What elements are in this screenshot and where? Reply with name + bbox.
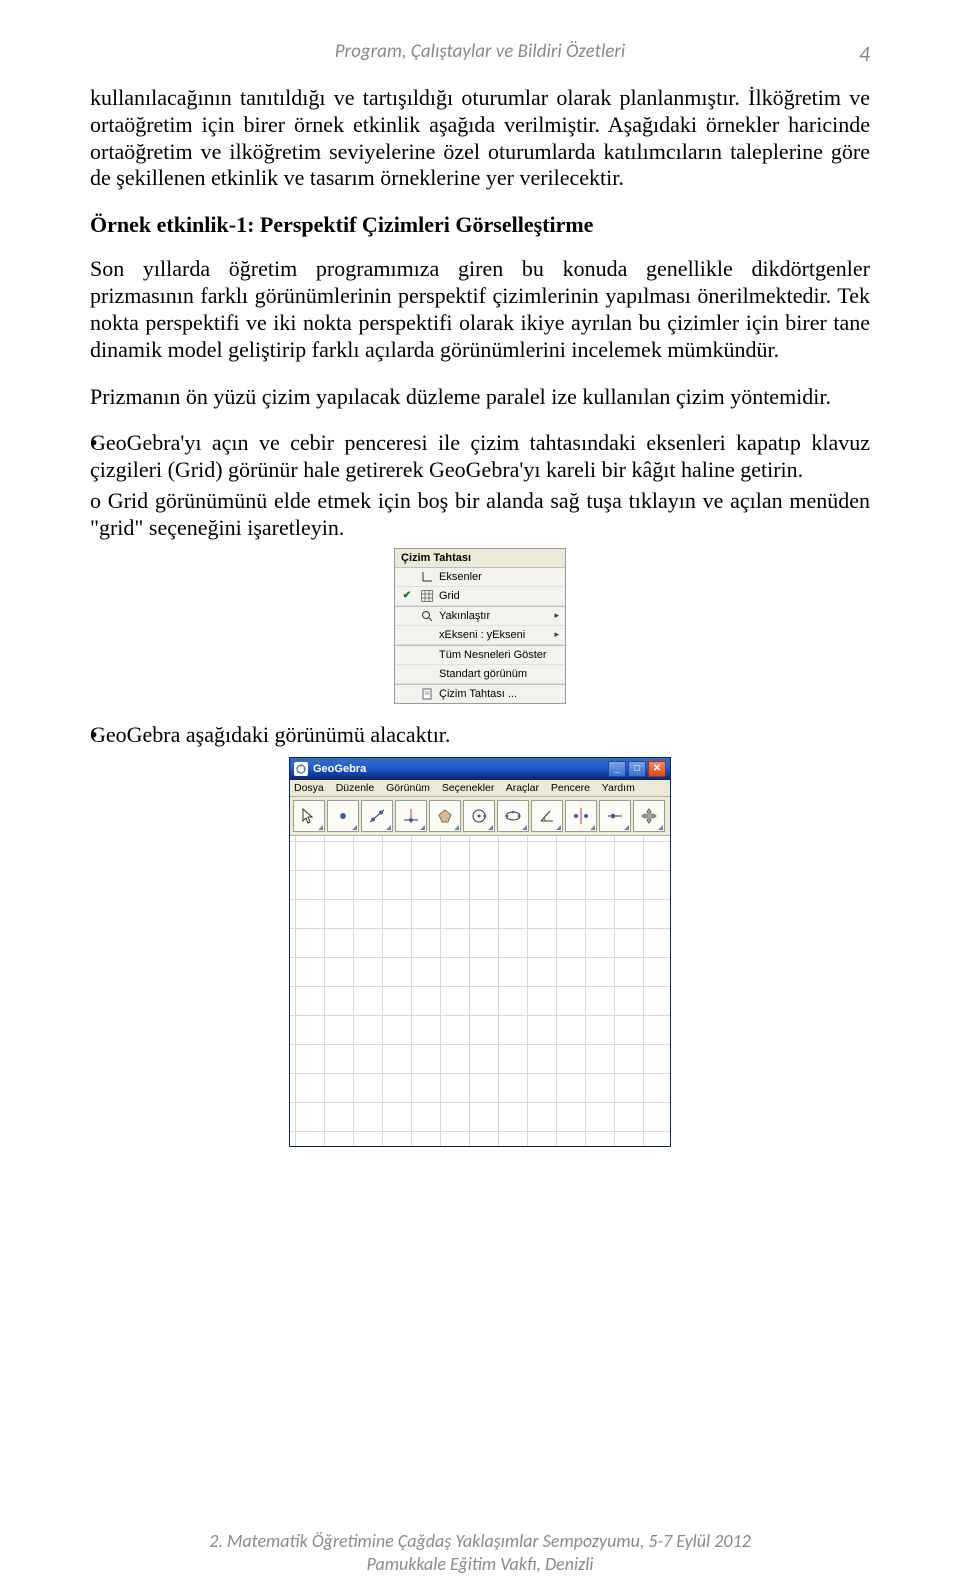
document-icon — [419, 688, 435, 700]
menu-duzenle[interactable]: Düzenle — [336, 782, 375, 794]
menu-gorunum[interactable]: Görünüm — [386, 782, 430, 794]
example-heading: Örnek etkinlik-1: Perspektif Çizimleri G… — [90, 212, 870, 238]
geogebra-window: GeoGebra _ □ ✕ Dosya Düzenle Görünüm Seç… — [289, 757, 671, 1147]
running-header: Program, Çalıştaylar ve Bildiri Özetleri… — [90, 40, 870, 63]
geogebra-logo-icon — [294, 762, 308, 776]
running-title: Program, Çalıştaylar ve Bildiri Özetleri — [335, 40, 626, 63]
context-menu-title: Çizim Tahtası — [395, 549, 565, 568]
tool-polygon[interactable] — [429, 800, 461, 832]
context-menu-figure: Çizim Tahtası Eksenler ✔ Grid — [90, 548, 870, 704]
tool-perpendicular[interactable] — [395, 800, 427, 832]
footer-line-1: 2. Matematik Öğretimine Çağdaş Yaklaşıml… — [209, 1530, 751, 1552]
menu-dosya[interactable]: Dosya — [294, 782, 324, 794]
window-title: GeoGebra — [313, 763, 366, 775]
maximize-button[interactable]: □ — [628, 761, 646, 777]
tool-point[interactable] — [327, 800, 359, 832]
menu-araclar[interactable]: Araçlar — [506, 782, 539, 794]
sub-bullet-icon: o — [90, 488, 108, 513]
submenu-arrow-icon: ▸ — [554, 629, 559, 640]
tool-reflect[interactable] — [565, 800, 597, 832]
footer-line-2: Pamukkale Eğitim Vakfı, Denizli — [366, 1553, 593, 1575]
paragraph-3: Prizmanın ön yüzü çizim yapılacak düzlem… — [90, 384, 870, 411]
sub-bullet-item-1a-text: Grid görünümünü elde etmek için boş bir … — [90, 488, 870, 540]
magnifier-icon — [419, 610, 435, 622]
context-menu-item-label: Tüm Nesneleri Göster — [439, 649, 547, 661]
tool-slider[interactable] — [599, 800, 631, 832]
geogebra-window-figure: GeoGebra _ □ ✕ Dosya Düzenle Görünüm Seç… — [90, 757, 870, 1147]
axes-icon — [419, 571, 435, 583]
tool-move[interactable] — [293, 800, 325, 832]
menu-yardim[interactable]: Yardım — [602, 782, 635, 794]
context-menu-item-axis-ratio[interactable]: xEkseni : yEkseni ▸ — [395, 626, 565, 645]
drawing-canvas[interactable] — [290, 836, 670, 1146]
context-menu: Çizim Tahtası Eksenler ✔ Grid — [394, 548, 566, 704]
check-icon: ✔ — [399, 590, 415, 601]
context-menu-item-label: Yakınlaştır — [439, 610, 490, 622]
context-menu-item-grid[interactable]: ✔ Grid — [395, 587, 565, 606]
tool-circle[interactable] — [463, 800, 495, 832]
context-menu-item-label: Çizim Tahtası ... — [439, 688, 517, 700]
tool-angle[interactable] — [531, 800, 563, 832]
context-menu-item-zoom[interactable]: Yakınlaştır ▸ — [395, 606, 565, 626]
context-menu-item-drawing-pad[interactable]: Çizim Tahtası ... — [395, 684, 565, 703]
tool-line[interactable] — [361, 800, 393, 832]
menubar: Dosya Düzenle Görünüm Seçenekler Araçlar… — [290, 780, 670, 797]
tool-move-view[interactable] — [633, 800, 665, 832]
bullet-item-1-text: GeoGebra'yı açın ve cebir penceresi ile … — [90, 430, 870, 482]
bullet-item-1: • GeoGebra'yı açın ve cebir penceresi il… — [90, 430, 870, 484]
page-number: 4 — [859, 40, 870, 67]
bullet-item-2-text: GeoGebra aşağıdaki görünümü alacaktır. — [90, 722, 450, 747]
context-menu-item-label: xEkseni : yEkseni — [439, 629, 525, 641]
paragraph-1: kullanılacağının tanıtıldığı ve tartışıl… — [90, 85, 870, 192]
sub-bullet-item-1a: o Grid görünümünü elde etmek için boş bi… — [90, 488, 870, 542]
menu-pencere[interactable]: Pencere — [551, 782, 590, 794]
context-menu-item-eksenler[interactable]: Eksenler — [395, 568, 565, 587]
bullet-item-2: • GeoGebra aşağıdaki görünümü alacaktır. — [90, 722, 870, 749]
context-menu-item-label: Eksenler — [439, 571, 482, 583]
context-menu-item-show-all[interactable]: Tüm Nesneleri Göster — [395, 645, 565, 665]
context-menu-item-standard-view[interactable]: Standart görünüm — [395, 665, 565, 684]
grid-icon — [419, 590, 435, 602]
close-button[interactable]: ✕ — [648, 761, 666, 777]
paragraph-2: Son yıllarda öğretim programımıza giren … — [90, 256, 870, 363]
menu-secenekler[interactable]: Seçenekler — [442, 782, 495, 794]
footer: 2. Matematik Öğretimine Çağdaş Yaklaşıml… — [0, 1530, 960, 1575]
toolbar — [290, 797, 670, 836]
minimize-button[interactable]: _ — [608, 761, 626, 777]
context-menu-item-label: Standart görünüm — [439, 668, 527, 680]
titlebar: GeoGebra _ □ ✕ — [290, 758, 670, 780]
context-menu-item-label: Grid — [439, 590, 460, 602]
submenu-arrow-icon: ▸ — [554, 610, 559, 621]
tool-conic[interactable] — [497, 800, 529, 832]
